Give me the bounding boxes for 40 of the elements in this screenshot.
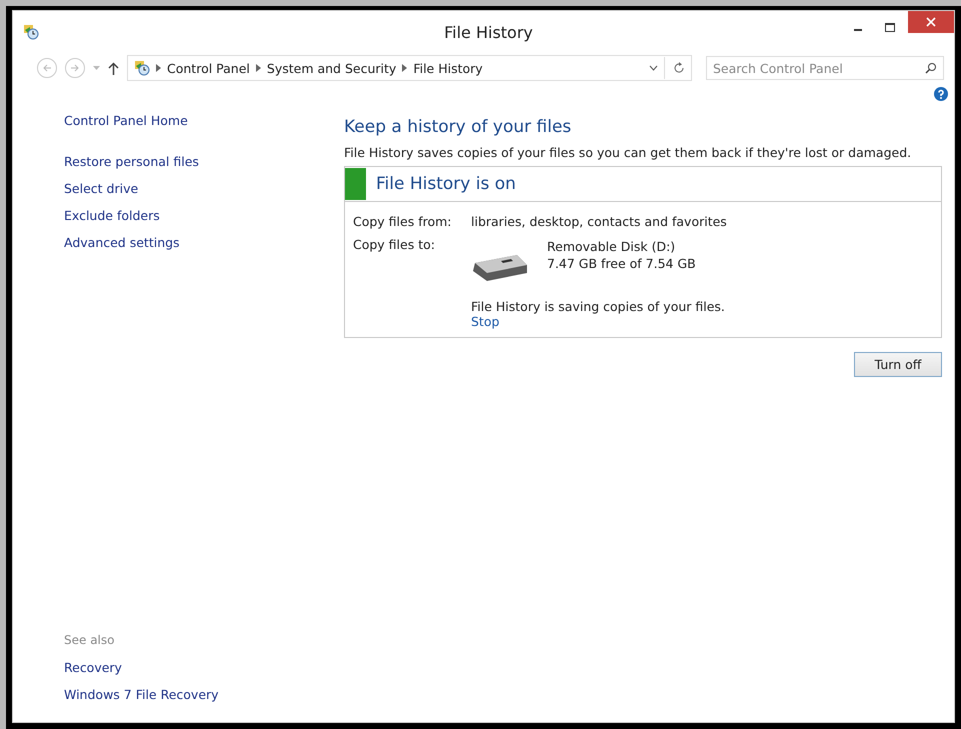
copy-from-value: libraries, desktop, contacts and favorites (471, 214, 728, 229)
breadcrumb-separator-icon (156, 64, 161, 72)
drive-space: 7.47 GB free of 7.54 GB (547, 256, 696, 271)
help-icon[interactable] (934, 87, 948, 101)
sidebar-link[interactable]: Select drive (64, 175, 302, 202)
search-field[interactable]: Search Control Panel (706, 56, 944, 80)
window-title: File History (444, 22, 533, 42)
sidebar-link[interactable]: Exclude folders (64, 202, 302, 229)
sidebar-link[interactable]: Control Panel Home (64, 107, 302, 134)
close-button[interactable] (908, 11, 954, 33)
control-panel-icon (134, 60, 150, 76)
refresh-icon[interactable] (664, 57, 685, 79)
forward-arrow-icon (70, 63, 80, 73)
address-field[interactable]: Control Panel System and Security File History (127, 55, 692, 81)
description: File History saves copies of your files so you can get them back if they're lost or damaged. (344, 145, 912, 160)
back-arrow-icon (42, 63, 52, 73)
close-icon (926, 17, 936, 27)
see-also-link[interactable]: Windows 7 File Recovery (64, 681, 302, 708)
drive-name: Removable Disk (D:) (547, 239, 676, 254)
dropdown-icon[interactable] (649, 65, 658, 71)
status-title: File History is on (376, 174, 516, 194)
breadcrumb[interactable]: System and Security (266, 60, 396, 76)
see-also-heading: See also (64, 632, 116, 649)
stop-link[interactable]: Stop (471, 314, 933, 329)
search-icon[interactable] (925, 62, 937, 74)
up-button[interactable] (108, 62, 119, 74)
copy-to-label: Copy files to: (353, 237, 436, 254)
page-heading: Keep a history of your files (344, 117, 572, 137)
sidebar-link[interactable]: Restore personal files (64, 148, 302, 175)
see-also-link[interactable]: Recovery (64, 654, 302, 681)
breadcrumb-separator-icon (256, 64, 261, 72)
turn-off-button[interactable]: Turn off (854, 352, 942, 377)
maximize-icon (885, 23, 895, 33)
breadcrumb[interactable]: Control Panel (167, 60, 250, 76)
progress-message: File History is saving copies of your files. (471, 299, 726, 314)
breadcrumb-separator-icon (402, 64, 408, 72)
copy-from-label: Copy files from: (353, 214, 453, 229)
sidebar-link[interactable]: Advanced settings (64, 229, 302, 256)
breadcrumb[interactable]: File History (413, 60, 483, 76)
control-panel-icon (23, 24, 39, 40)
